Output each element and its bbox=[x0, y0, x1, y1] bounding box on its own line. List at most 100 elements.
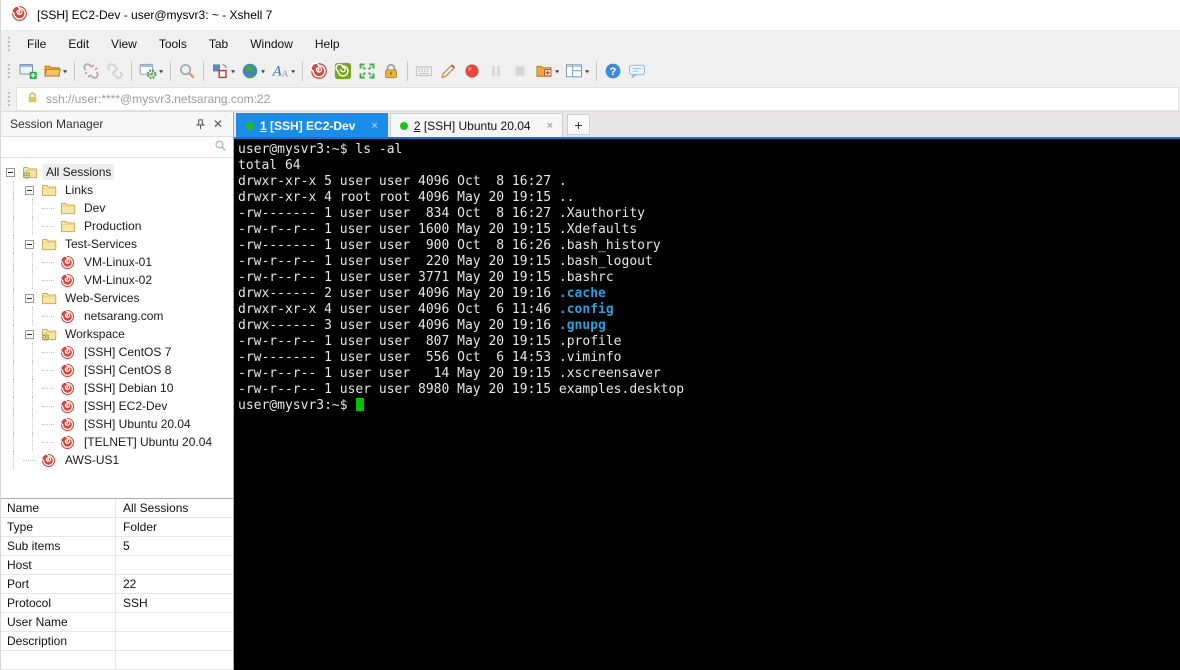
tab-close-icon[interactable]: × bbox=[371, 120, 377, 132]
toolbar-separator bbox=[170, 61, 171, 81]
dropdown-caret-icon[interactable]: ▾ bbox=[231, 67, 235, 74]
tree-indent-guide bbox=[20, 415, 39, 433]
terminal-screen[interactable]: user@mysvr3:~$ ls -altotal 64drwxr-xr-x … bbox=[234, 139, 1180, 670]
session-search-input[interactable] bbox=[7, 139, 214, 155]
menu-window[interactable]: Window bbox=[239, 33, 304, 55]
tab-close-icon[interactable]: × bbox=[547, 120, 553, 132]
property-row-empty bbox=[1, 651, 233, 670]
compose-pane-button[interactable] bbox=[436, 59, 460, 83]
feedback-button[interactable] bbox=[625, 59, 649, 83]
terminal-tab-1[interactable]: 1 [SSH] EC2-Dev× bbox=[236, 113, 388, 137]
encoding-button[interactable]: ▾ bbox=[238, 59, 268, 83]
tree-collapse-icon[interactable] bbox=[25, 186, 34, 195]
tree-indent-guide bbox=[1, 289, 20, 307]
folder-icon bbox=[41, 182, 57, 198]
record-session-button[interactable] bbox=[460, 59, 484, 83]
tile-layout-icon bbox=[565, 62, 583, 80]
help-button[interactable]: ? bbox=[601, 59, 625, 83]
tree-collapse-icon[interactable] bbox=[25, 240, 34, 249]
tree-item-ssh-centos-7[interactable]: [SSH] CentOS 7 bbox=[1, 343, 233, 361]
new-session-button[interactable] bbox=[16, 59, 40, 83]
dropdown-caret-icon[interactable]: ▾ bbox=[291, 67, 295, 74]
tree-collapse-icon[interactable] bbox=[25, 294, 34, 303]
reconnect-button bbox=[103, 59, 127, 83]
new-session-icon bbox=[19, 62, 37, 80]
new-file-transfer-button[interactable]: ▾ bbox=[532, 59, 562, 83]
property-row-sub-items: Sub items5 bbox=[1, 537, 233, 556]
virtual-keyboard-icon bbox=[415, 62, 433, 80]
tree-item-all-sessions[interactable]: All Sessions bbox=[1, 163, 233, 181]
pin-icon[interactable] bbox=[191, 115, 209, 133]
tree-item-vm-linux-02[interactable]: VM-Linux-02 bbox=[1, 271, 233, 289]
tree-connector bbox=[39, 397, 60, 415]
toolbar-grip[interactable] bbox=[6, 62, 11, 80]
property-label: Port bbox=[1, 575, 116, 593]
menu-help[interactable]: Help bbox=[304, 33, 351, 55]
tree-item-ssh-ec2-dev[interactable]: [SSH] EC2-Dev bbox=[1, 397, 233, 415]
toolbar-separator bbox=[131, 61, 132, 81]
tree-item-test-services[interactable]: Test-Services bbox=[1, 235, 233, 253]
dropdown-caret-icon[interactable]: ▾ bbox=[261, 67, 265, 74]
menu-edit[interactable]: Edit bbox=[57, 33, 100, 55]
terminal-text: drwx------ 2 user user 4096 May 20 19:16 bbox=[238, 286, 559, 301]
tile-layout-button[interactable]: ▾ bbox=[562, 59, 592, 83]
dropdown-caret-icon[interactable]: ▾ bbox=[555, 67, 559, 74]
menu-file[interactable]: File bbox=[16, 33, 57, 55]
xshell-button[interactable] bbox=[307, 59, 331, 83]
tree-collapse-icon[interactable] bbox=[6, 168, 15, 177]
disconnect-button[interactable] bbox=[79, 59, 103, 83]
tree-item-production[interactable]: Production bbox=[1, 217, 233, 235]
tree-indent-guide bbox=[1, 415, 20, 433]
tree-item-label: Workspace bbox=[62, 326, 128, 342]
open-sessions-button[interactable]: ▾ bbox=[40, 59, 70, 83]
dropdown-caret-icon[interactable]: ▾ bbox=[585, 67, 589, 74]
terminal-line: -rw-r--r-- 1 user user 3771 May 20 19:15… bbox=[238, 270, 1180, 286]
xftp-button[interactable] bbox=[331, 59, 355, 83]
tree-item-ssh-ubuntu-20-04[interactable]: [SSH] Ubuntu 20.04 bbox=[1, 415, 233, 433]
menu-tools[interactable]: Tools bbox=[148, 33, 198, 55]
color-scheme-button[interactable]: ▾ bbox=[208, 59, 238, 83]
terminal-text: -rw-r--r-- 1 user user 14 May 20 19:15 .… bbox=[238, 366, 661, 381]
terminal-tab-2[interactable]: 2 [SSH] Ubuntu 20.04× bbox=[390, 113, 563, 137]
find-button[interactable] bbox=[175, 59, 199, 83]
tree-item-aws-us1[interactable]: AWS-US1 bbox=[1, 451, 233, 469]
tree-item-telnet-ubuntu-20-04[interactable]: [TELNET] Ubuntu 20.04 bbox=[1, 433, 233, 451]
tree-item-ssh-centos-8[interactable]: [SSH] CentOS 8 bbox=[1, 361, 233, 379]
address-input[interactable]: ssh://user:****@mysvr3.netsarang.com:22 bbox=[16, 87, 1179, 111]
session-properties-button[interactable]: ▾ bbox=[136, 59, 166, 83]
dropdown-caret-icon[interactable]: ▾ bbox=[63, 67, 67, 74]
terminal-text: drwxr-xr-x 4 root root 4096 May 20 19:15… bbox=[238, 190, 575, 205]
main-area: Session Manager ✕ All SessionsLinksDevPr… bbox=[1, 112, 1180, 670]
tree-item-links[interactable]: Links bbox=[1, 181, 233, 199]
font-button[interactable]: AA▾ bbox=[268, 59, 298, 83]
tree-item-ssh-debian-10[interactable]: [SSH] Debian 10 bbox=[1, 379, 233, 397]
new-tab-button[interactable]: + bbox=[567, 114, 590, 135]
terminal-text: -rw------- 1 user user 900 Oct 8 16:26 .… bbox=[238, 238, 661, 253]
tree-item-web-services[interactable]: Web-Services bbox=[1, 289, 233, 307]
session-icon bbox=[60, 416, 76, 432]
tree-indent-guide bbox=[20, 433, 39, 451]
tree-item-label: Dev bbox=[81, 200, 108, 216]
property-label: User Name bbox=[1, 613, 116, 631]
tree-item-vm-linux-01[interactable]: VM-Linux-01 bbox=[1, 253, 233, 271]
tree-item-workspace[interactable]: Workspace bbox=[1, 325, 233, 343]
disconnect-icon bbox=[82, 62, 100, 80]
menubar-grip[interactable] bbox=[6, 35, 11, 53]
tree-item-netsarang-com[interactable]: netsarang.com bbox=[1, 307, 233, 325]
menu-tab[interactable]: Tab bbox=[198, 33, 239, 55]
property-value: Folder bbox=[116, 518, 233, 536]
toolbar-separator bbox=[302, 61, 303, 81]
fullscreen-icon bbox=[358, 62, 376, 80]
tree-collapse-icon[interactable] bbox=[25, 330, 34, 339]
addressbar-grip[interactable] bbox=[6, 90, 11, 108]
terminal-line: user@mysvr3:~$ bbox=[238, 398, 1180, 414]
lock-screen-button[interactable] bbox=[379, 59, 403, 83]
terminal-text: user@mysvr3:~$ bbox=[238, 398, 348, 413]
tree-connector bbox=[39, 415, 60, 433]
tree-item-dev[interactable]: Dev bbox=[1, 199, 233, 217]
fullscreen-button[interactable] bbox=[355, 59, 379, 83]
dropdown-caret-icon[interactable]: ▾ bbox=[159, 67, 163, 74]
tree-item-label: Production bbox=[81, 218, 144, 234]
close-icon[interactable]: ✕ bbox=[209, 115, 227, 133]
menu-view[interactable]: View bbox=[100, 33, 148, 55]
